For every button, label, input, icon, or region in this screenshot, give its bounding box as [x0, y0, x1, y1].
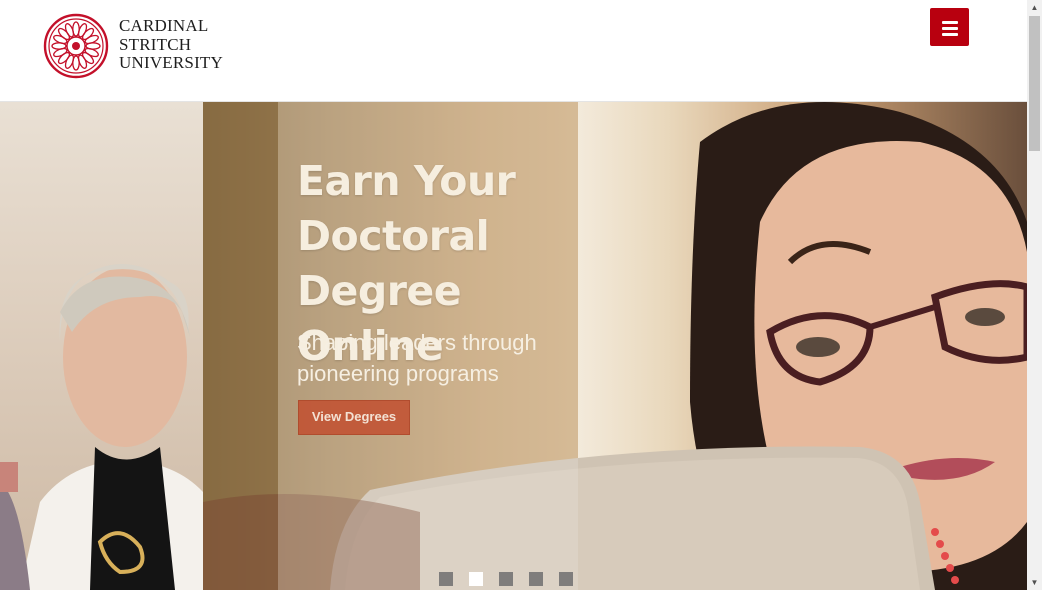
- carousel-dot-4[interactable]: [529, 572, 543, 586]
- university-seal-icon: [43, 13, 109, 79]
- hamburger-icon-bar: [942, 27, 958, 30]
- main-menu-button[interactable]: [930, 8, 969, 46]
- university-logo-link[interactable]: CARDINAL STRITCH UNIVERSITY: [43, 13, 233, 79]
- hamburger-icon-bar: [942, 33, 958, 36]
- scroll-up-arrow-icon[interactable]: ▲: [1027, 0, 1042, 15]
- carousel-dot-1[interactable]: [439, 572, 453, 586]
- logo-line-3: UNIVERSITY: [119, 53, 223, 73]
- site-header: CARDINAL STRITCH UNIVERSITY: [0, 0, 1027, 102]
- logo-line-1: CARDINAL: [119, 16, 209, 35]
- hamburger-icon: [942, 21, 958, 24]
- carousel-dot-3[interactable]: [499, 572, 513, 586]
- university-name: CARDINAL STRITCH UNIVERSITY: [119, 16, 223, 73]
- carousel-dot-2[interactable]: [469, 572, 483, 586]
- carousel-dot-5[interactable]: [559, 572, 573, 586]
- hero-carousel: Earn Your Doctoral Degree Online Shaping…: [0, 102, 1027, 590]
- hero-subtitle: Shaping leaders through pioneering progr…: [297, 330, 537, 386]
- scrollbar-thumb[interactable]: [1029, 16, 1040, 151]
- page-scrollbar[interactable]: ▲ ▼: [1027, 0, 1042, 590]
- scroll-down-arrow-icon[interactable]: ▼: [1027, 575, 1042, 590]
- logo-line-2: STRITCH: [119, 34, 192, 54]
- view-degrees-button[interactable]: View Degrees: [298, 400, 410, 435]
